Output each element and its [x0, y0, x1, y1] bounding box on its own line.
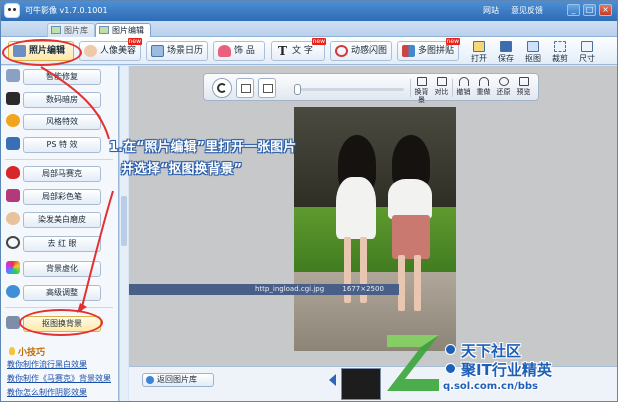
watermark-url: q.sol.com.cn/bbs: [443, 381, 538, 392]
annotation-arrow-bottom: [80, 190, 114, 312]
watermark-dot-icon: [445, 344, 456, 355]
arrow-head-icon: [77, 303, 87, 313]
annotation-line-1: 1.在“照片编辑”里打开一张图片: [109, 140, 297, 155]
watermark-line-2: 聚IT行业精英: [461, 361, 552, 379]
annotation-arrows: [40, 66, 114, 313]
watermark-logo-icon: [387, 335, 439, 391]
watermark-dot-icon: [445, 363, 456, 374]
app-window: 可牛影像 v1.7.0.1001 网站 意见反馈 _ □ × 图片库 图片编辑 …: [0, 0, 618, 402]
watermark-line-1: 天下社区: [461, 342, 522, 360]
annotation-arrow-top: [40, 66, 110, 140]
annotation-line-2: 并选择“抠图换背景”: [121, 162, 243, 177]
